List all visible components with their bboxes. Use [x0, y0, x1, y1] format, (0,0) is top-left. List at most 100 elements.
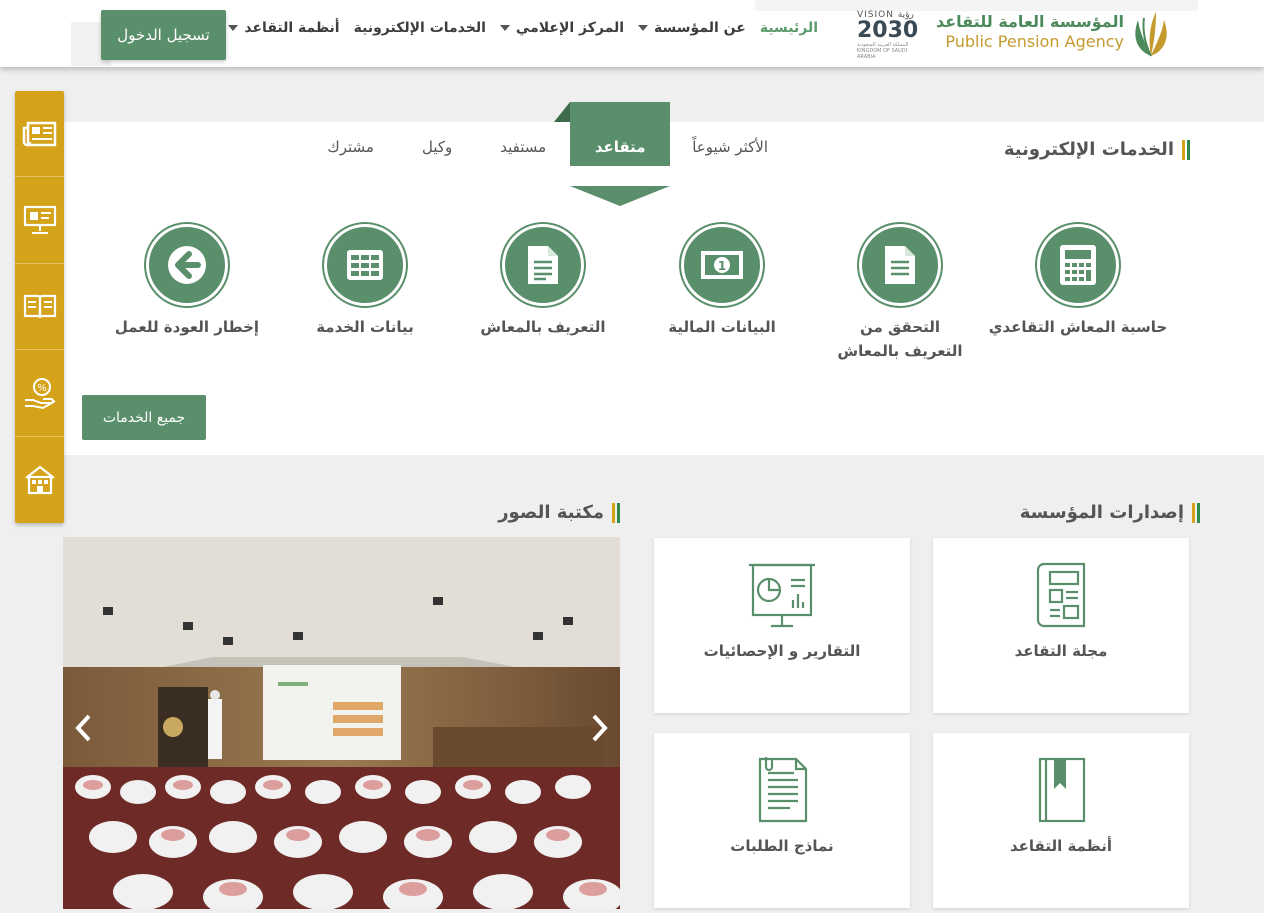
magazine-icon — [1036, 562, 1086, 628]
pub-icon-wrap — [654, 560, 910, 630]
vision-2030-logo: VISION رؤية 2030 المملكة العربية السعودي… — [857, 10, 925, 60]
service-circle — [1037, 224, 1119, 306]
photo-gallery-slider[interactable] — [63, 537, 620, 909]
e-services-title-text: الخدمات الإلكترونية — [1003, 139, 1174, 160]
nav-about[interactable]: عن المؤسسة — [638, 20, 746, 36]
title-accent — [1192, 502, 1200, 523]
publication-magazine[interactable]: مجلة التقاعد — [933, 538, 1189, 713]
main-nav: الرئيسية عن المؤسسة المركز الإعلامي الخد… — [228, 20, 818, 36]
site-header: تسجيل الدخول الرئيسية عن المؤسسة المركز … — [0, 0, 1264, 67]
document-lines-icon — [528, 246, 558, 284]
gallery-title-text: مكتبة الصور — [498, 502, 604, 523]
vision-sub: المملكة العربية السعودية KINGDOM OF SAUD… — [857, 42, 909, 60]
service-financial-data[interactable]: 1 البيانات المالية — [632, 224, 812, 339]
book-icon — [23, 295, 56, 319]
service-label: بيانات الخدمة — [316, 318, 414, 336]
sidebar-item-finance[interactable]: % — [15, 350, 64, 437]
service-circle: 1 — [681, 224, 763, 306]
service-service-data[interactable]: بيانات الخدمة — [275, 224, 455, 339]
nav-home-label: الرئيسية — [759, 20, 818, 36]
sidebar-item-housing[interactable] — [15, 437, 64, 523]
service-circle — [502, 224, 584, 306]
chevron-down-icon — [638, 25, 649, 31]
service-circle — [324, 224, 406, 306]
tab-most-common[interactable]: الأكثر شيوعاً — [670, 122, 790, 192]
svg-text:%: % — [37, 383, 47, 394]
service-circle — [146, 224, 228, 306]
tab-subscriber[interactable]: مشترك — [303, 122, 398, 192]
all-services-button[interactable]: جميع الخدمات — [82, 395, 206, 440]
newspaper-icon — [22, 121, 56, 146]
sidebar-item-publications[interactable] — [15, 264, 64, 351]
calculator-icon — [1060, 245, 1096, 285]
palm-logo-icon — [1135, 12, 1167, 57]
table-icon — [347, 250, 383, 280]
service-label: التعريف بالمعاش — [480, 318, 606, 336]
tab-pointer — [570, 186, 671, 206]
money-icon: 1 — [701, 251, 743, 279]
svg-text:1: 1 — [718, 259, 726, 273]
forms-icon — [758, 757, 808, 823]
title-accent — [1182, 139, 1190, 160]
chevron-down-icon — [228, 25, 239, 31]
report-chart-icon — [749, 563, 815, 628]
gallery-photo — [63, 537, 620, 909]
nav-media-center[interactable]: المركز الإعلامي — [499, 20, 625, 36]
publication-label: أنظمة التقاعد — [1010, 837, 1112, 855]
publications-title: إصدارات المؤسسة — [1020, 502, 1200, 523]
publication-label: نماذج الطلبات — [730, 837, 834, 855]
agency-logo[interactable]: المؤسسة العامة للتقاعد Public Pension Ag… — [936, 10, 1176, 60]
service-circle — [859, 224, 941, 306]
nav-eservices-label: الخدمات الإلكترونية — [353, 20, 486, 36]
nav-home[interactable]: الرئيسية — [760, 20, 818, 36]
percent-hand-icon: % — [24, 377, 56, 409]
chevron-right-icon[interactable] — [590, 713, 610, 743]
arrow-left-icon — [168, 246, 206, 284]
publication-label: مجلة التقاعد — [1014, 642, 1108, 660]
sidebar-item-news[interactable] — [15, 91, 64, 178]
tab-beneficiary[interactable]: مستفيد — [476, 122, 570, 192]
service-verify-certificate[interactable]: التحقق من التعريف بالمعاش — [810, 224, 990, 363]
services-grid: حاسبة المعاش التقاعدي التحقق من التعريف … — [94, 224, 1194, 364]
nav-retirement-systems[interactable]: أنظمة التقاعد — [228, 20, 340, 36]
chevron-left-icon[interactable] — [73, 713, 93, 743]
sidebar-item-presentation[interactable] — [15, 177, 64, 264]
publication-retirement-systems[interactable]: أنظمة التقاعد — [933, 733, 1189, 908]
tab-retiree[interactable]: متقاعد — [570, 102, 671, 166]
document-icon — [885, 246, 915, 284]
publication-request-forms[interactable]: نماذج الطلبات — [654, 733, 910, 908]
e-services-title: الخدمات الإلكترونية — [1004, 139, 1190, 160]
service-label: إخطار العودة للعمل — [114, 318, 260, 336]
chevron-down-icon — [499, 25, 510, 31]
tab-agent[interactable]: وكيل — [398, 122, 476, 192]
pub-icon-wrap — [933, 560, 1189, 630]
pub-icon-wrap — [933, 755, 1189, 825]
publication-reports[interactable]: التقارير و الإحصائيات — [654, 538, 910, 713]
tab-fold-shadow — [554, 102, 571, 122]
logo-arabic-text: المؤسسة العامة للتقاعد — [935, 12, 1124, 31]
service-return-to-work[interactable]: إخطار العودة للعمل — [97, 224, 277, 339]
vision-year: 2030 — [857, 18, 919, 43]
nav-e-services[interactable]: الخدمات الإلكترونية — [354, 20, 486, 36]
building-icon — [24, 465, 55, 494]
e-services-panel: الخدمات الإلكترونية الأكثر شيوعاً متقاعد… — [64, 102, 1264, 455]
quick-links-sidebar: % — [15, 91, 64, 523]
gallery-title: مكتبة الصور — [498, 502, 620, 523]
publications-title-text: إصدارات المؤسسة — [1019, 502, 1184, 523]
nav-media-label: المركز الإعلامي — [515, 20, 625, 36]
services-tabs: الأكثر شيوعاً متقاعد مستفيد وكيل مشترك — [303, 102, 790, 206]
presentation-icon — [23, 205, 56, 235]
service-label: التحقق من التعريف بالمعاش — [837, 318, 963, 360]
tab-retiree-wrap: متقاعد — [554, 102, 671, 206]
rules-book-icon — [1038, 757, 1086, 823]
service-label: حاسبة المعاش التقاعدي — [988, 318, 1168, 336]
pub-icon-wrap — [654, 755, 910, 825]
title-accent — [612, 502, 620, 523]
nav-about-label: عن المؤسسة — [654, 20, 746, 36]
nav-systems-label: أنظمة التقاعد — [244, 20, 340, 36]
service-pension-calculator[interactable]: حاسبة المعاش التقاعدي — [988, 224, 1168, 339]
service-pension-certificate[interactable]: التعريف بالمعاش — [453, 224, 633, 339]
login-button[interactable]: تسجيل الدخول — [101, 10, 226, 60]
logo-english-text: Public Pension Agency — [945, 32, 1124, 51]
publication-label: التقارير و الإحصائيات — [703, 642, 861, 660]
